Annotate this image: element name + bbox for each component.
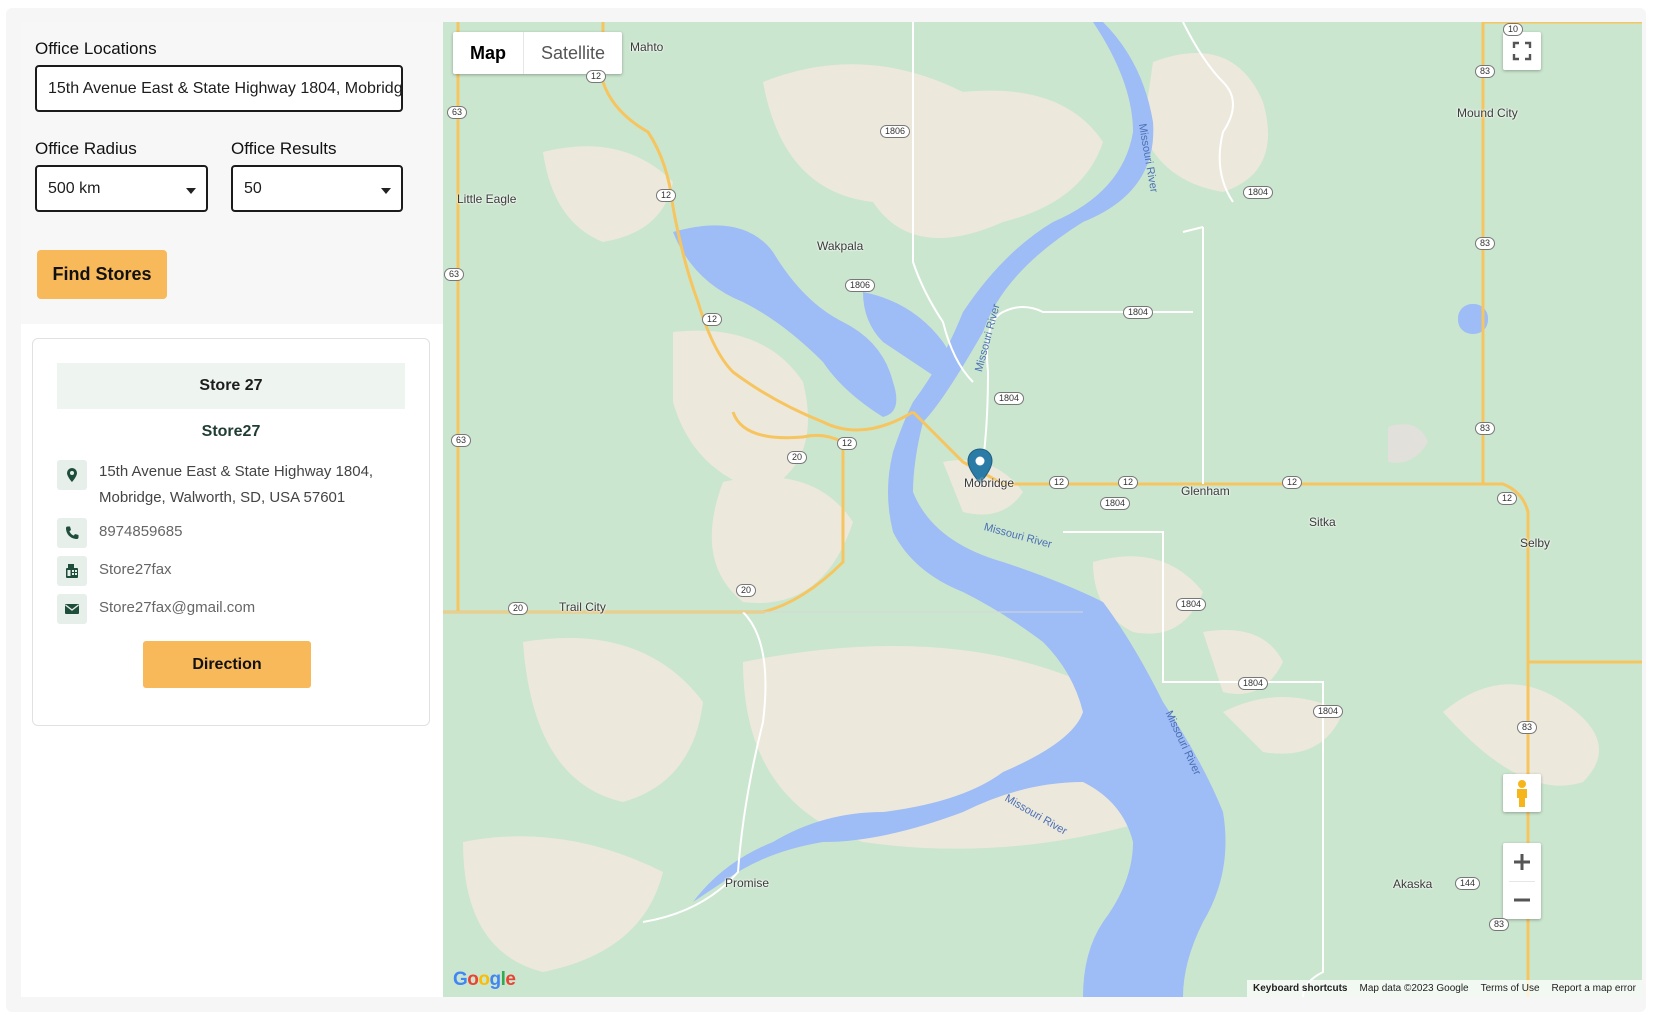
place-label-trail-city: Trail City bbox=[559, 600, 606, 614]
route-shield-83: 83 bbox=[1475, 422, 1496, 435]
place-label-little-eagle: Little Eagle bbox=[457, 192, 517, 206]
office-results-value: 50 bbox=[244, 179, 262, 197]
store-address-line1: 15th Avenue East & State Highway 1804, bbox=[99, 463, 374, 480]
route-shield-83: 83 bbox=[1489, 918, 1510, 931]
route-shield-10: 10 bbox=[1503, 23, 1524, 36]
minus-icon bbox=[1514, 898, 1530, 902]
google-logo: Google bbox=[453, 969, 516, 990]
route-shield-63: 63 bbox=[447, 106, 468, 119]
chevron-down-icon bbox=[186, 188, 196, 194]
search-form: Office Locations 15th Avenue East & Stat… bbox=[21, 22, 443, 324]
place-label-promise: Promise bbox=[725, 876, 770, 890]
office-results-label: Office Results bbox=[231, 139, 337, 158]
tab-satellite[interactable]: Satellite bbox=[523, 32, 622, 74]
route-shield-144: 144 bbox=[1455, 877, 1481, 890]
route-shield-83: 83 bbox=[1475, 65, 1496, 78]
office-location-input[interactable]: 15th Avenue East & State Highway 1804, M… bbox=[35, 65, 403, 112]
direction-button[interactable]: Direction bbox=[143, 641, 311, 688]
route-shield-1804: 1804 bbox=[1238, 677, 1269, 690]
route-shield-20: 20 bbox=[787, 451, 808, 464]
route-shield-1806: 1806 bbox=[880, 125, 911, 138]
store-card: Store 27 Store27 15th Avenue East & Stat… bbox=[32, 338, 430, 726]
route-shield-12: 12 bbox=[1282, 476, 1303, 489]
pegman-icon bbox=[1517, 780, 1527, 807]
tab-map[interactable]: Map bbox=[453, 32, 523, 74]
route-shield-20: 20 bbox=[736, 584, 757, 597]
route-shield-83: 83 bbox=[1517, 721, 1538, 734]
place-label-wakpala: Wakpala bbox=[817, 239, 864, 253]
route-shield-12: 12 bbox=[837, 437, 858, 450]
store-card-header: Store 27 bbox=[57, 363, 405, 409]
store-email: Store27fax@gmail.com bbox=[99, 599, 256, 616]
route-shield-12: 12 bbox=[702, 313, 723, 326]
place-label-glenham: Glenham bbox=[1181, 484, 1230, 498]
report-map-error-link[interactable]: Report a map error bbox=[1546, 983, 1642, 994]
place-label-mahto: Mahto bbox=[630, 40, 664, 54]
route-shield-63: 63 bbox=[451, 434, 472, 447]
store-fax: Store27fax bbox=[99, 561, 172, 578]
place-label-selby: Selby bbox=[1520, 536, 1551, 550]
keyboard-shortcuts-link[interactable]: Keyboard shortcuts bbox=[1247, 983, 1353, 994]
chevron-down-icon bbox=[381, 188, 391, 194]
place-label-akaska: Akaska bbox=[1393, 877, 1433, 891]
route-shield-1804: 1804 bbox=[1313, 705, 1344, 718]
zoom-in-button[interactable] bbox=[1503, 843, 1541, 881]
place-label-mobridge: Mobridge bbox=[964, 476, 1015, 490]
route-shield-12: 12 bbox=[586, 70, 607, 83]
map-data-attribution: Map data ©2023 Google bbox=[1359, 983, 1469, 994]
terms-of-use-link[interactable]: Terms of Use bbox=[1475, 983, 1546, 994]
fullscreen-icon bbox=[1512, 41, 1532, 61]
find-stores-button[interactable]: Find Stores bbox=[37, 250, 167, 299]
office-radius-label: Office Radius bbox=[35, 139, 137, 158]
map-footer: Keyboard shortcuts Map data ©2023 Google… bbox=[1247, 980, 1642, 997]
route-shield-12: 12 bbox=[1497, 492, 1518, 505]
fullscreen-button[interactable] bbox=[1503, 32, 1541, 70]
phone-icon bbox=[57, 518, 87, 548]
route-shield-1804: 1804 bbox=[994, 392, 1025, 405]
route-shield-12: 12 bbox=[1049, 476, 1070, 489]
office-results-select[interactable]: 50 bbox=[231, 165, 403, 212]
route-shield-12: 12 bbox=[656, 189, 677, 202]
fax-icon bbox=[57, 556, 87, 586]
store-address-line2: Mobridge, Walworth, SD, USA 57601 bbox=[99, 489, 346, 506]
store-phone: 8974859685 bbox=[99, 523, 183, 540]
map-view[interactable]: Map Satellite Mahto Little Eagle Wakpala… bbox=[443, 22, 1642, 997]
email-icon bbox=[57, 594, 87, 624]
route-shield-1804: 1804 bbox=[1123, 306, 1154, 319]
route-shield-1804: 1804 bbox=[1100, 497, 1131, 510]
route-shield-1806: 1806 bbox=[845, 279, 876, 292]
route-shield-1804: 1804 bbox=[1243, 186, 1274, 199]
route-shield-12: 12 bbox=[1118, 476, 1139, 489]
map-type-tabs: Map Satellite bbox=[453, 32, 623, 74]
location-pin-icon bbox=[57, 460, 87, 490]
store-address: 15th Avenue East & State Highway 1804, M… bbox=[99, 459, 373, 511]
street-view-pegman[interactable] bbox=[1503, 774, 1541, 812]
office-locations-label: Office Locations bbox=[35, 39, 157, 58]
zoom-out-button[interactable] bbox=[1503, 881, 1541, 919]
map-canvas bbox=[443, 22, 1642, 997]
store-locator-panel: Office Locations 15th Avenue East & Stat… bbox=[21, 22, 443, 997]
office-radius-value: 500 km bbox=[48, 179, 101, 197]
zoom-controls bbox=[1503, 843, 1541, 919]
store-name: Store27 bbox=[201, 423, 261, 440]
place-label-mound-city: Mound City bbox=[1457, 106, 1518, 120]
place-label-sitka: Sitka bbox=[1309, 515, 1336, 529]
route-shield-63: 63 bbox=[444, 268, 465, 281]
route-shield-20: 20 bbox=[508, 602, 529, 615]
route-shield-1804: 1804 bbox=[1176, 598, 1207, 611]
route-shield-83: 83 bbox=[1475, 237, 1496, 250]
office-radius-select[interactable]: 500 km bbox=[35, 165, 208, 212]
plus-icon bbox=[1514, 854, 1530, 870]
